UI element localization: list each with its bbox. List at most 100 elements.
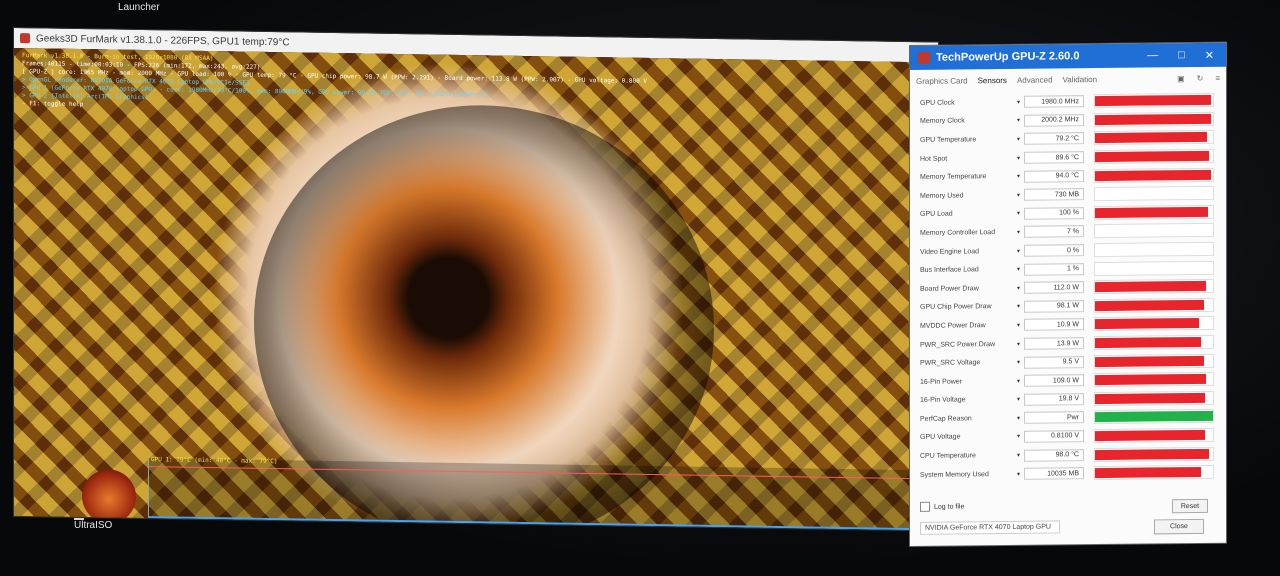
- sensor-graph: [1094, 464, 1214, 481]
- chevron-down-icon[interactable]: ▾: [1017, 433, 1020, 440]
- sensor-graph: [1094, 93, 1214, 109]
- gpuz-window[interactable]: TechPowerUp GPU-Z 2.60.0 — □ ✕ Graphics …: [910, 42, 1226, 546]
- sensor-name-label: Memory Temperature: [920, 173, 987, 182]
- log-to-file-checkbox[interactable]: Log to file: [920, 501, 964, 512]
- chevron-down-icon[interactable]: ▾: [1017, 378, 1020, 385]
- furmark-window[interactable]: Geeks3D FurMark v1.38.1.0 - 226FPS, GPU1…: [14, 28, 938, 531]
- sensor-name-label: 16-Pin Voltage: [920, 396, 966, 405]
- sensor-value: 89.6 °C: [1024, 151, 1084, 164]
- sensor-name-label: Memory Used: [920, 192, 964, 200]
- chevron-down-icon[interactable]: ▾: [1017, 396, 1020, 403]
- sensor-name[interactable]: PerfCap Reason ▾: [920, 415, 1024, 423]
- sensor-name[interactable]: Bus Interface Load ▾: [920, 266, 1024, 274]
- sensor-name[interactable]: PWR_SRC Voltage ▾: [920, 359, 1024, 367]
- sensor-graph: [1094, 316, 1214, 332]
- maximize-icon[interactable]: □: [1178, 49, 1185, 62]
- desktop-ultraiso-label[interactable]: UltraISO: [74, 520, 112, 531]
- close-icon[interactable]: ✕: [1205, 48, 1214, 61]
- chevron-down-icon[interactable]: ▾: [1017, 154, 1020, 161]
- chevron-down-icon[interactable]: ▾: [1017, 452, 1020, 459]
- chevron-down-icon[interactable]: ▾: [1017, 173, 1020, 180]
- reset-button[interactable]: Reset: [1172, 498, 1208, 514]
- gpuz-app-icon: [918, 51, 930, 64]
- sensor-graph-fill: [1095, 281, 1206, 293]
- sensor-name[interactable]: GPU Clock ▾: [920, 99, 1024, 106]
- sensor-value: 100 %: [1024, 207, 1084, 220]
- tab-graphics-card[interactable]: Graphics Card: [916, 76, 968, 86]
- chevron-down-icon[interactable]: ▾: [1017, 99, 1020, 106]
- chevron-down-icon[interactable]: ▾: [1017, 303, 1020, 310]
- checkbox-box[interactable]: [920, 501, 930, 512]
- sensor-row: System Memory Used ▾ 10035 MB: [920, 463, 1214, 485]
- sensor-value: 7 %: [1024, 225, 1084, 239]
- sensor-name[interactable]: GPU Voltage ▾: [920, 433, 1024, 441]
- gpuz-titlebar[interactable]: TechPowerUp GPU-Z 2.60.0 — □ ✕: [910, 42, 1226, 70]
- camera-icon[interactable]: ▣: [1177, 74, 1185, 83]
- sensor-name[interactable]: Memory Clock ▾: [920, 117, 1024, 125]
- sensor-name[interactable]: System Memory Used ▾: [920, 470, 1024, 479]
- chevron-down-icon[interactable]: ▾: [1017, 136, 1020, 143]
- sensor-name[interactable]: Memory Temperature ▾: [920, 173, 1024, 181]
- sensor-graph: [1094, 279, 1214, 295]
- close-button[interactable]: Close: [1154, 518, 1204, 535]
- gpu-select-dropdown[interactable]: NVIDIA GeForce RTX 4070 Laptop GPU: [920, 520, 1060, 535]
- sensor-value: 98.0 °C: [1024, 448, 1084, 462]
- sensor-name[interactable]: GPU Chip Power Draw ▾: [920, 303, 1024, 311]
- sensor-value: 79.2 °C: [1024, 132, 1084, 146]
- chevron-down-icon[interactable]: ▾: [1017, 266, 1020, 273]
- chevron-down-icon[interactable]: ▾: [1017, 210, 1020, 217]
- chevron-down-icon[interactable]: ▾: [1017, 340, 1020, 347]
- sensor-graph-fill: [1095, 336, 1202, 349]
- chevron-down-icon[interactable]: ▾: [1017, 471, 1020, 478]
- sensor-name[interactable]: GPU Temperature ▾: [920, 136, 1024, 144]
- chevron-down-icon[interactable]: ▾: [1017, 322, 1020, 329]
- sensor-name[interactable]: 16-Pin Voltage ▾: [920, 396, 1024, 404]
- chevron-down-icon[interactable]: ▾: [1017, 285, 1020, 292]
- sensor-name-label: GPU Load: [920, 210, 953, 219]
- chevron-down-icon[interactable]: ▾: [1017, 359, 1020, 366]
- sensor-value: 1 %: [1024, 262, 1084, 276]
- sensor-name[interactable]: MVDDC Power Draw ▾: [920, 322, 1024, 330]
- sensor-graph: [1094, 297, 1214, 313]
- chevron-down-icon[interactable]: ▾: [1017, 247, 1020, 254]
- sensor-name-label: PerfCap Reason: [920, 415, 972, 423]
- sensor-name[interactable]: Board Power Draw ▾: [920, 285, 1024, 293]
- chevron-down-icon[interactable]: ▾: [1017, 415, 1020, 422]
- gpuz-window-title: TechPowerUp GPU-Z 2.60.0: [936, 50, 1080, 64]
- sensor-value: 2000.2 MHz: [1024, 114, 1084, 127]
- furmark-app-icon: [20, 33, 30, 44]
- sensor-name[interactable]: Hot Spot ▾: [920, 154, 1024, 162]
- sensor-graph: [1094, 390, 1214, 406]
- sensor-graph: [1094, 260, 1214, 276]
- chevron-down-icon[interactable]: ▾: [1017, 117, 1020, 124]
- tab-advanced[interactable]: Advanced: [1017, 75, 1053, 84]
- sensor-name[interactable]: PWR_SRC Power Draw ▾: [920, 340, 1024, 349]
- sensor-list: GPU Clock ▾ 1980.0 MHz Memory Clock ▾ 2000.2 …: [920, 91, 1214, 485]
- sensor-name-label: Hot Spot: [920, 155, 948, 163]
- chevron-down-icon[interactable]: ▾: [1017, 229, 1020, 236]
- refresh-icon[interactable]: ↻: [1197, 73, 1204, 82]
- chevron-down-icon[interactable]: ▾: [1017, 192, 1020, 199]
- sensor-value: 13.9 W: [1024, 337, 1084, 350]
- sensor-name-label: Memory Clock: [920, 117, 965, 126]
- furmark-render-canvas[interactable]: FurMark v1.38.1.0 - Burn-in test, 1920x1…: [14, 48, 938, 531]
- gpuz-tab-bar: Graphics Card Sensors Advanced Validatio…: [916, 71, 1220, 88]
- sensor-graph-fill: [1095, 169, 1211, 181]
- sensor-name[interactable]: Memory Used ▾: [920, 192, 1024, 200]
- sensor-name-label: System Memory Used: [920, 470, 989, 479]
- sensor-name[interactable]: 16-Pin Power ▾: [920, 378, 1024, 385]
- menu-icon[interactable]: ≡: [1215, 73, 1220, 82]
- minimize-icon[interactable]: —: [1147, 49, 1158, 62]
- sensor-graph-fill: [1095, 206, 1209, 218]
- sensor-name[interactable]: CPU Temperature ▾: [920, 452, 1024, 460]
- tab-sensors[interactable]: Sensors: [978, 75, 1007, 84]
- sensor-name[interactable]: Video Engine Load ▾: [920, 247, 1024, 256]
- sensor-name-label: Video Engine Load: [920, 247, 980, 256]
- sensor-graph-fill: [1095, 355, 1204, 367]
- tab-validation[interactable]: Validation: [1063, 75, 1098, 84]
- desktop-launcher-label[interactable]: Launcher: [118, 2, 160, 13]
- sensor-name[interactable]: Memory Controller Load ▾: [920, 229, 1024, 237]
- sensor-name[interactable]: GPU Load ▾: [920, 210, 1024, 218]
- sensor-graph: [1094, 111, 1214, 127]
- sensor-graph: [1094, 223, 1214, 239]
